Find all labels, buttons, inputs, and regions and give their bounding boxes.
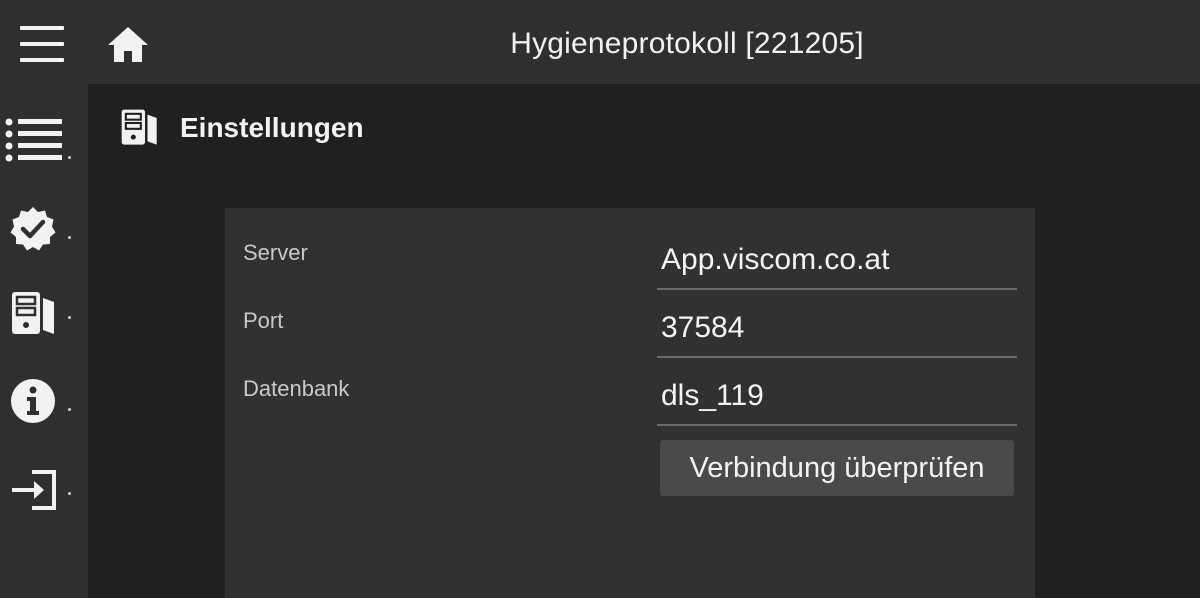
server-icon: [12, 292, 54, 334]
info-icon: [11, 379, 55, 423]
app-title: Hygieneprotokoll [221205]: [510, 27, 864, 60]
sidebar-item-list[interactable]: [0, 104, 88, 174]
top-bar: Hygieneprotokoll [221205]: [0, 0, 1200, 84]
database-row: Datenbank: [225, 344, 1035, 426]
database-field-wrapper: [657, 374, 1017, 426]
list-icon: [5, 118, 62, 162]
menu-icon[interactable]: [20, 24, 66, 66]
settings-card: Server Port Datenbank Verbindung überprü…: [225, 208, 1035, 598]
sidebar: [0, 84, 88, 598]
check-badge-icon: [10, 207, 56, 251]
database-input[interactable]: [661, 374, 1011, 418]
sidebar-item-info[interactable]: [0, 368, 88, 438]
login-icon: [12, 470, 56, 510]
main-content: Einstellungen Server Port Datenbank: [88, 84, 1200, 598]
check-connection-button[interactable]: Verbindung überprüfen: [660, 440, 1014, 496]
sidebar-item-check[interactable]: [0, 192, 88, 262]
sidebar-item-login[interactable]: [0, 456, 88, 526]
database-label: Datenbank: [243, 376, 350, 401]
server-row: Server: [225, 208, 1035, 290]
server-label: Server: [243, 240, 308, 265]
port-row: Port: [225, 276, 1035, 358]
page-title: Einstellungen: [180, 112, 364, 143]
sidebar-item-settings[interactable]: [0, 280, 88, 350]
server-icon: [121, 109, 157, 145]
port-label: Port: [243, 308, 284, 333]
home-icon[interactable]: [106, 24, 152, 64]
app-window: Hygieneprotokoll [221205] Einstellungen …: [0, 0, 1200, 598]
